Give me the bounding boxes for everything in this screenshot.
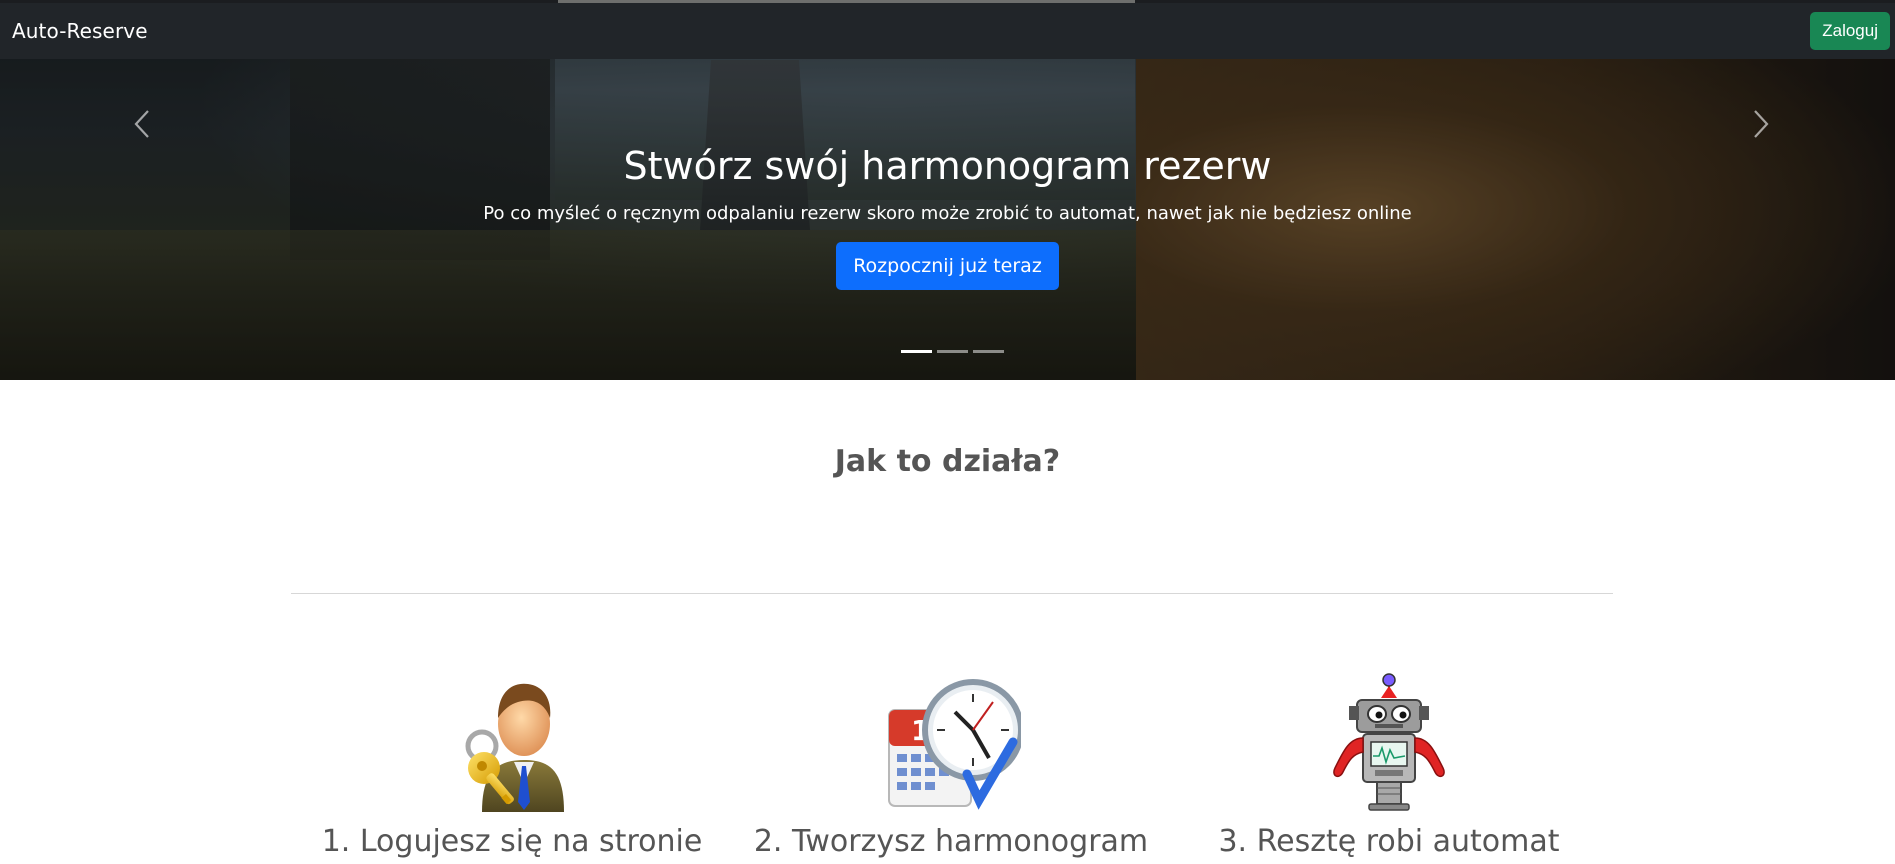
carousel-prev-button[interactable] [123,104,163,144]
step-1-label: 1. Logujesz się na stronie [321,824,703,859]
chevron-right-icon [1754,110,1769,138]
step-1: 1. Logujesz się na stronie [297,672,727,859]
hero-title: Stwórz swój harmonogram rezerw [623,144,1272,188]
carousel-caption: Stwórz swój harmonogram rezerw Po co myś… [0,140,1895,290]
hero-subtitle: Po co myśleć o ręcznym odpalaniu rezerw … [483,203,1412,224]
step-2-label: 2. Tworzysz harmonogram [753,824,1149,859]
start-now-button[interactable]: Rozpocznij już teraz [836,242,1059,290]
step-3-label: 3. Resztę robi automat [1218,824,1560,859]
section-divider [291,593,1613,594]
calendar-clock-icon: 12 [888,679,1021,810]
login-button[interactable]: Zaloguj [1810,12,1890,50]
step-3: 3. Resztę robi automat [1174,672,1604,859]
carousel-indicator-2[interactable] [937,350,968,353]
robot-icon [1333,673,1445,811]
carousel-indicator-3[interactable] [973,350,1004,353]
carousel-indicator-1[interactable] [901,350,932,353]
step-2: 12 2. Tworzysz harmonogram [736,672,1166,859]
user-key-icon [465,683,564,812]
chevron-left-icon [134,110,149,138]
carousel-next-button[interactable] [1740,104,1780,144]
carousel-indicators [901,350,1004,353]
how-it-works-title: Jak to działa? [834,444,1061,479]
navbar: Auto-Reserve Zaloguj [0,3,1895,59]
brand-link[interactable]: Auto-Reserve [12,19,148,43]
